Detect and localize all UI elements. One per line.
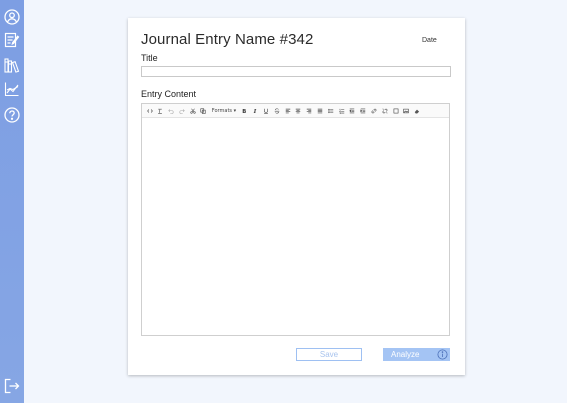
page-title: Journal Entry Name #342 xyxy=(141,31,314,48)
formats-dropdown[interactable]: Formats ▾ xyxy=(210,106,238,116)
help-icon[interactable] xyxy=(3,106,21,124)
strikethrough-icon[interactable] xyxy=(272,106,281,116)
info-icon[interactable] xyxy=(437,349,448,360)
bullet-list-icon[interactable] xyxy=(326,106,335,116)
blockquote-icon[interactable] xyxy=(391,106,400,116)
logout-icon[interactable] xyxy=(3,377,21,395)
italic-icon[interactable]: I xyxy=(251,106,260,116)
indent-icon[interactable] xyxy=(359,106,368,116)
entry-content-area[interactable] xyxy=(142,119,449,335)
entry-content-label: Entry Content xyxy=(141,89,197,99)
analyze-button[interactable]: Analyze xyxy=(383,348,450,361)
unlink-icon[interactable] xyxy=(380,106,389,116)
svg-text:I: I xyxy=(253,108,257,113)
source-code-icon[interactable] xyxy=(145,106,154,116)
library-icon[interactable] xyxy=(3,56,21,74)
svg-text:B: B xyxy=(243,108,247,113)
copy-icon[interactable] xyxy=(199,106,208,116)
editor-toolbar: Formats ▾ B I xyxy=(142,104,449,118)
bold-icon[interactable]: B xyxy=(240,106,249,116)
underline-icon[interactable] xyxy=(262,106,271,116)
user-circle-icon[interactable] xyxy=(3,8,21,26)
align-right-icon[interactable] xyxy=(305,106,314,116)
rich-text-editor: Formats ▾ B I xyxy=(141,103,450,336)
sidebar xyxy=(0,0,24,403)
align-justify-icon[interactable] xyxy=(315,106,324,116)
cut-icon[interactable] xyxy=(188,106,197,116)
align-center-icon[interactable] xyxy=(294,106,303,116)
edit-note-icon[interactable] xyxy=(3,31,21,49)
align-left-icon[interactable] xyxy=(283,106,292,116)
analyze-button-label: Analyze xyxy=(391,350,420,359)
outdent-icon[interactable] xyxy=(348,106,357,116)
analytics-chart-icon[interactable] xyxy=(3,80,21,98)
date-label: Date xyxy=(422,37,437,44)
redo-icon[interactable] xyxy=(177,106,186,116)
save-button[interactable]: Save xyxy=(296,348,362,361)
image-icon[interactable] xyxy=(402,106,411,116)
numbered-list-icon[interactable] xyxy=(337,106,346,116)
title-input[interactable] xyxy=(141,66,451,77)
journal-entry-card: Journal Entry Name #342 Date Title Entry… xyxy=(128,18,465,375)
eraser-icon[interactable] xyxy=(413,106,422,116)
undo-icon[interactable] xyxy=(167,106,176,116)
link-icon[interactable] xyxy=(369,106,378,116)
title-label: Title xyxy=(141,53,158,63)
clear-format-icon[interactable] xyxy=(156,106,165,116)
